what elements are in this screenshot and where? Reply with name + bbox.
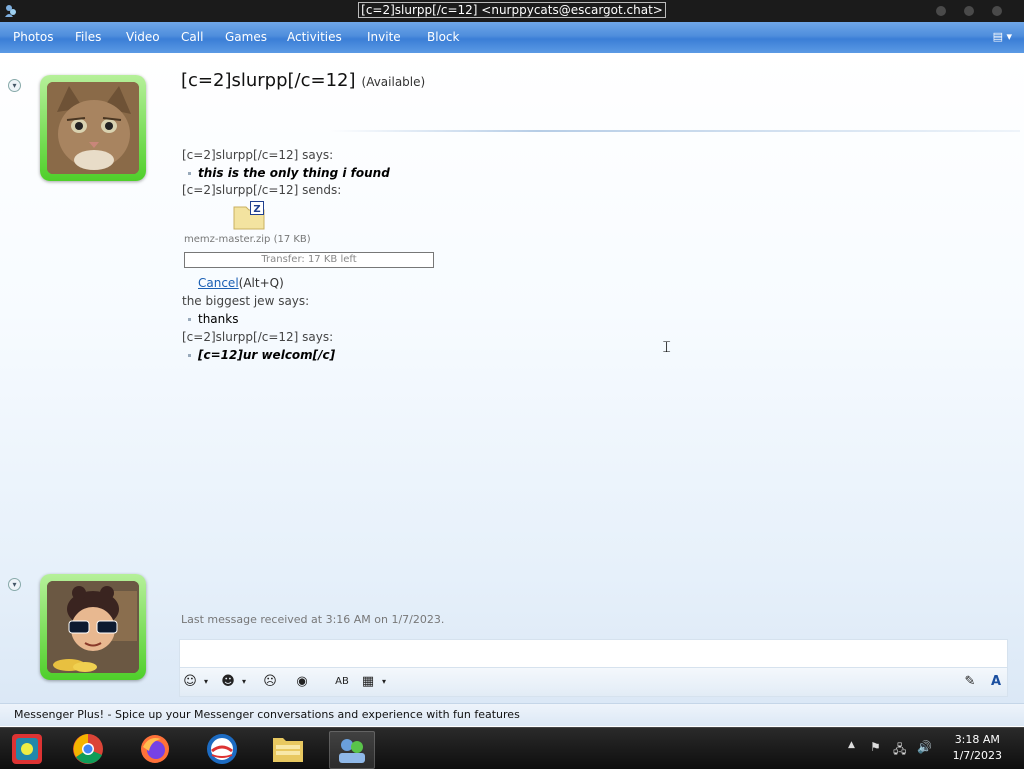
close-button[interactable] — [992, 6, 1002, 16]
emoticon-dropdown-icon[interactable]: ▾ — [198, 674, 214, 690]
maximize-button[interactable] — [964, 6, 974, 16]
message-text: thanks — [188, 312, 238, 326]
menu-games[interactable]: Games — [225, 30, 267, 44]
contact-header: [c=2]slurpp[/c=12] (Available) — [181, 70, 425, 91]
menu-block[interactable]: Block — [427, 30, 459, 44]
chrome-icon[interactable] — [66, 731, 110, 767]
system-clock[interactable]: 3:18 AM 1/7/2023 — [953, 732, 1002, 764]
contact-status: (Available) — [361, 75, 426, 89]
own-display-picture[interactable] — [40, 574, 146, 680]
action-center-flag-icon[interactable]: ⚑ — [870, 740, 881, 754]
messenger-taskbar-icon[interactable] — [5, 731, 49, 767]
cartoon-image — [47, 581, 139, 673]
internet-explorer-icon[interactable] — [200, 731, 244, 767]
transfer-progress: Transfer: 17 KB left — [184, 252, 434, 268]
cancel-hotkey: (Alt+Q) — [238, 276, 284, 290]
file-name: memz-master.zip (17 KB) — [184, 234, 311, 245]
options-menu-icon[interactable]: ▤ ▾ — [993, 30, 1012, 43]
title-bar: [c=2]slurpp[/c=12] <nurppycats@escargot.… — [0, 0, 1024, 22]
menu-files[interactable]: Files — [75, 30, 101, 44]
message-input[interactable] — [179, 639, 1008, 668]
message-text: this is the only thing i found — [188, 166, 390, 180]
bullet-icon — [188, 172, 191, 175]
emoticon-icon[interactable]: ☺ — [182, 674, 198, 690]
zip-file-icon[interactable]: Z — [232, 201, 266, 231]
cancel-link[interactable]: Cancel — [198, 276, 239, 290]
background-icon[interactable]: ▦ — [360, 674, 376, 690]
menu-activities[interactable]: Activities — [287, 30, 342, 44]
wink-icon[interactable]: ☻ — [220, 674, 236, 690]
menu-invite[interactable]: Invite — [367, 30, 401, 44]
message-text: [c=12]ur welcom[/c] — [188, 348, 335, 362]
last-message-info: Last message received at 3:16 AM on 1/7/… — [181, 613, 445, 626]
contact-name: [c=2]slurpp[/c=12] — [181, 70, 356, 91]
cancel-transfer: Cancel(Alt+Q) — [198, 276, 284, 290]
firefox-icon[interactable] — [133, 731, 177, 767]
background-dropdown-icon[interactable]: ▾ — [376, 674, 392, 690]
own-avatar-cartoon — [47, 581, 139, 673]
menu-photos[interactable]: Photos — [13, 30, 53, 44]
message-sender: [c=2]slurpp[/c=12] sends: — [182, 183, 342, 197]
clock-date: 1/7/2023 — [952, 749, 1002, 762]
network-icon[interactable]: 🖧 — [893, 740, 906, 761]
header-divider — [330, 130, 1020, 132]
minimize-button[interactable] — [936, 6, 946, 16]
menu-bar: Photos Files Video Call Games Activities… — [0, 22, 1024, 54]
messenger-active-window[interactable] — [329, 731, 375, 769]
message-sender: [c=2]slurpp[/c=12] says: — [182, 148, 334, 162]
handwriting-icon[interactable]: ✎ — [962, 674, 978, 690]
message-sender: the biggest jew says: — [182, 294, 310, 308]
volume-icon[interactable]: 🔊 — [917, 740, 932, 754]
bullet-icon — [188, 318, 191, 321]
window-title: [c=2]slurpp[/c=12] <nurppycats@escargot.… — [0, 2, 1024, 18]
contact-display-picture[interactable] — [40, 75, 146, 181]
conversation-area — [0, 53, 1024, 703]
plus-banner-text: Messenger Plus! - Spice up your Messenge… — [14, 708, 520, 721]
menu-video[interactable]: Video — [126, 30, 160, 44]
kitten-image — [47, 82, 139, 174]
svg-text:Z: Z — [253, 204, 260, 215]
bullet-icon — [188, 354, 191, 357]
contact-avatar-kitten — [47, 82, 139, 174]
messenger-plus-banner[interactable]: Messenger Plus! - Spice up your Messenge… — [0, 703, 1024, 726]
message-sender: [c=2]slurpp[/c=12] says: — [182, 330, 334, 344]
font-icon[interactable]: A — [988, 674, 1004, 690]
taskbar: ▲ ⚑ 🖧 🔊 3:18 AM 1/7/2023 — [0, 727, 1024, 769]
text-cursor-icon: 𝙸 — [661, 337, 673, 356]
wink-dropdown-icon[interactable]: ▾ — [236, 674, 252, 690]
menu-call[interactable]: Call — [181, 30, 203, 44]
spellcheck-icon[interactable]: AB — [334, 674, 350, 690]
file-explorer-icon[interactable] — [266, 731, 310, 767]
voice-clip-icon[interactable]: ◉ — [294, 674, 310, 690]
collapse-contact-picture-icon[interactable]: ▾ — [8, 79, 21, 92]
input-toolbar: ☺ ▾ ☻ ▾ ☹ ◉ AB ▦ ▾ ✎ A — [179, 667, 1008, 697]
show-hidden-icons-icon[interactable]: ▲ — [848, 740, 855, 750]
nudge-icon[interactable]: ☹ — [262, 674, 278, 690]
clock-time: 3:18 AM — [954, 733, 1000, 746]
collapse-own-picture-icon[interactable]: ▾ — [8, 578, 21, 591]
